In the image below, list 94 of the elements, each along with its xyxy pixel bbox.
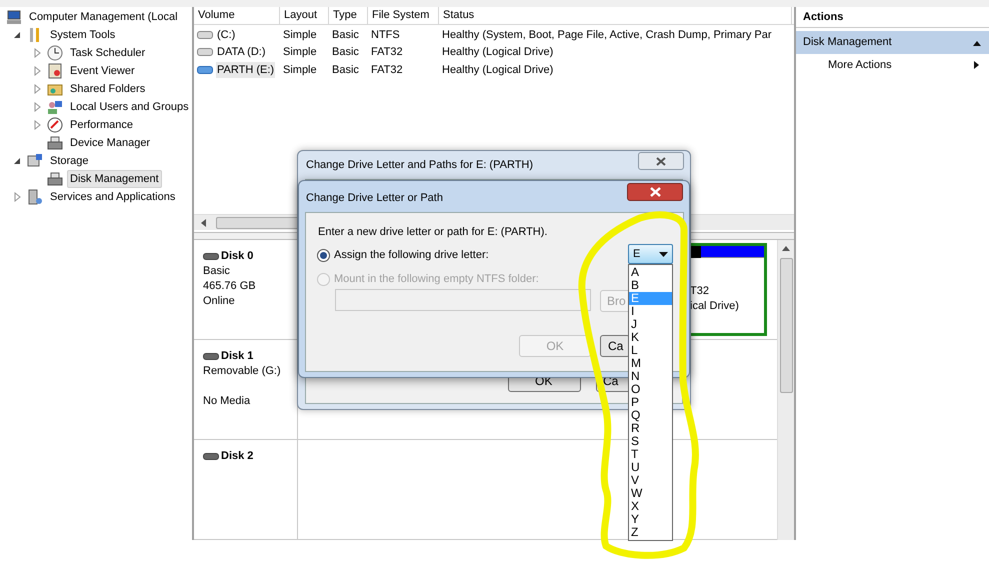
- radio-label: Assign the following drive letter:: [334, 248, 489, 263]
- drive-icon: [197, 66, 213, 74]
- tree-item[interactable]: Local Users and Groups: [67, 98, 192, 116]
- tree-item[interactable]: Event Viewer: [67, 62, 138, 80]
- caret-icon: [659, 252, 668, 256]
- dropdown-option[interactable]: Q: [629, 409, 672, 422]
- printer-icon: [47, 135, 63, 151]
- dropdown-option[interactable]: P: [629, 396, 672, 409]
- caret-icon: [972, 40, 982, 46]
- dropdown-option[interactable]: B: [629, 279, 672, 292]
- dialog-title: Change Drive Letter or Path: [306, 191, 443, 206]
- action-link[interactable]: More Actions: [796, 54, 989, 76]
- table-cell-text: Healthy (Logical Drive): [442, 62, 554, 78]
- gauge-icon: [47, 117, 63, 133]
- table-cell-text: Simple: [283, 28, 317, 42]
- action-section[interactable]: Disk Management: [796, 31, 989, 54]
- dropdown-option[interactable]: U: [629, 461, 672, 474]
- close-button[interactable]: [638, 152, 684, 170]
- dropdown-option[interactable]: W: [629, 487, 672, 500]
- up-arrow-icon[interactable]: [781, 244, 791, 252]
- dropdown-option[interactable]: A: [629, 266, 672, 279]
- caret-icon: [974, 60, 980, 70]
- table-cell-text: Simple: [283, 62, 317, 78]
- dropdown-option[interactable]: Z: [629, 526, 672, 539]
- disk-name: Disk 0: [221, 249, 254, 264]
- printer-icon: [47, 171, 63, 187]
- panel-title: Actions: [796, 7, 989, 28]
- dropdown-option[interactable]: N: [629, 370, 672, 383]
- tree-item[interactable]: Performance: [67, 116, 136, 134]
- drive-icon: [197, 30, 213, 39]
- dropdown-option[interactable]: J: [629, 318, 672, 331]
- tree-item[interactable]: Services and Applications: [47, 188, 178, 206]
- disk-info: Online: [203, 294, 236, 309]
- tree-item[interactable]: Device Manager: [67, 134, 154, 152]
- users-icon: [47, 99, 63, 115]
- dropdown-option[interactable]: K: [629, 331, 672, 344]
- dropdown-option[interactable]: X: [629, 500, 672, 513]
- log-icon: [47, 63, 63, 79]
- expander-icon[interactable]: [13, 30, 23, 40]
- dropdown-option[interactable]: T: [629, 448, 672, 461]
- tree-item[interactable]: System Tools: [47, 26, 118, 44]
- table-cell[interactable]: DATA (D:): [216, 44, 266, 60]
- tree-item[interactable]: Disk Management: [67, 170, 162, 188]
- column-header[interactable]: Layout: [280, 7, 329, 24]
- table-cell-text: Simple: [283, 45, 317, 60]
- disk-info: Basic: [203, 264, 231, 279]
- dropdown-option[interactable]: Y: [629, 513, 672, 526]
- partition-info: T32: [690, 284, 710, 299]
- tree-item[interactable]: Shared Folders: [67, 80, 148, 98]
- dropdown-option[interactable]: M: [629, 357, 672, 370]
- table-cell-text: Healthy (System, Boot, Page File, Active, Crash Dump, Primary Par: [442, 28, 772, 42]
- radio-label: Mount in the following empty NTFS folder:: [334, 272, 539, 287]
- dropdown-option[interactable]: V: [629, 474, 672, 487]
- dropdown-option[interactable]: R: [629, 422, 672, 435]
- scrollbar-thumb[interactable]: [780, 258, 792, 393]
- table-cell-text: FAT32: [371, 45, 403, 60]
- table-cell-text: NTFS: [371, 28, 400, 42]
- server-icon: [27, 189, 43, 205]
- disk-name: Disk 1: [221, 349, 254, 364]
- expander-icon[interactable]: [13, 156, 23, 166]
- clock-icon: [47, 45, 63, 61]
- dialog-button[interactable]: Ca: [600, 335, 630, 357]
- dropdown-option[interactable]: L: [629, 344, 672, 357]
- prompt-text: Enter a new drive letter or path for E: (PARTH).: [318, 225, 548, 240]
- path-field[interactable]: [335, 289, 591, 311]
- drive-icon: [197, 48, 213, 56]
- table-cell[interactable]: PARTH (E:): [216, 62, 276, 78]
- column-header[interactable]: Type: [329, 7, 368, 24]
- dropdown-option[interactable]: S: [629, 435, 672, 448]
- disk-status: No Media: [203, 394, 252, 409]
- close-icon: [656, 156, 666, 166]
- dropdown-option[interactable]: O: [629, 383, 672, 396]
- tree-item[interactable]: Task Scheduler: [67, 44, 148, 62]
- disk-info: 465.76 GB: [203, 279, 257, 294]
- close-icon: [650, 187, 660, 197]
- column-header[interactable]: Status: [439, 7, 792, 24]
- column-header[interactable]: File System: [368, 7, 439, 24]
- disk-name: Disk 2: [221, 449, 254, 464]
- table-cell[interactable]: (C:): [216, 26, 236, 43]
- drive-letter-dropdown[interactable]: E: [628, 244, 673, 264]
- table-cell-text: Basic: [332, 62, 359, 78]
- table-cell-text: Healthy (Logical Drive): [442, 45, 554, 60]
- dialog-title: Change Drive Letter and Paths for E: (PARTH): [306, 158, 534, 173]
- vertical-scrollbar[interactable]: [777, 240, 794, 540]
- disk-info: Removable (G:): [203, 364, 282, 379]
- table-cell-text: Basic: [332, 28, 359, 42]
- tree-item[interactable]: Storage: [47, 152, 92, 170]
- close-button[interactable]: [627, 183, 683, 201]
- radio-button[interactable]: [317, 248, 330, 262]
- drive-icon: [27, 153, 43, 169]
- table-cell-text: FAT32: [371, 62, 403, 78]
- tree-item[interactable]: Computer Management (Local: [26, 8, 181, 26]
- table-cell-text: Basic: [332, 45, 359, 60]
- column-header[interactable]: Volume: [194, 7, 280, 24]
